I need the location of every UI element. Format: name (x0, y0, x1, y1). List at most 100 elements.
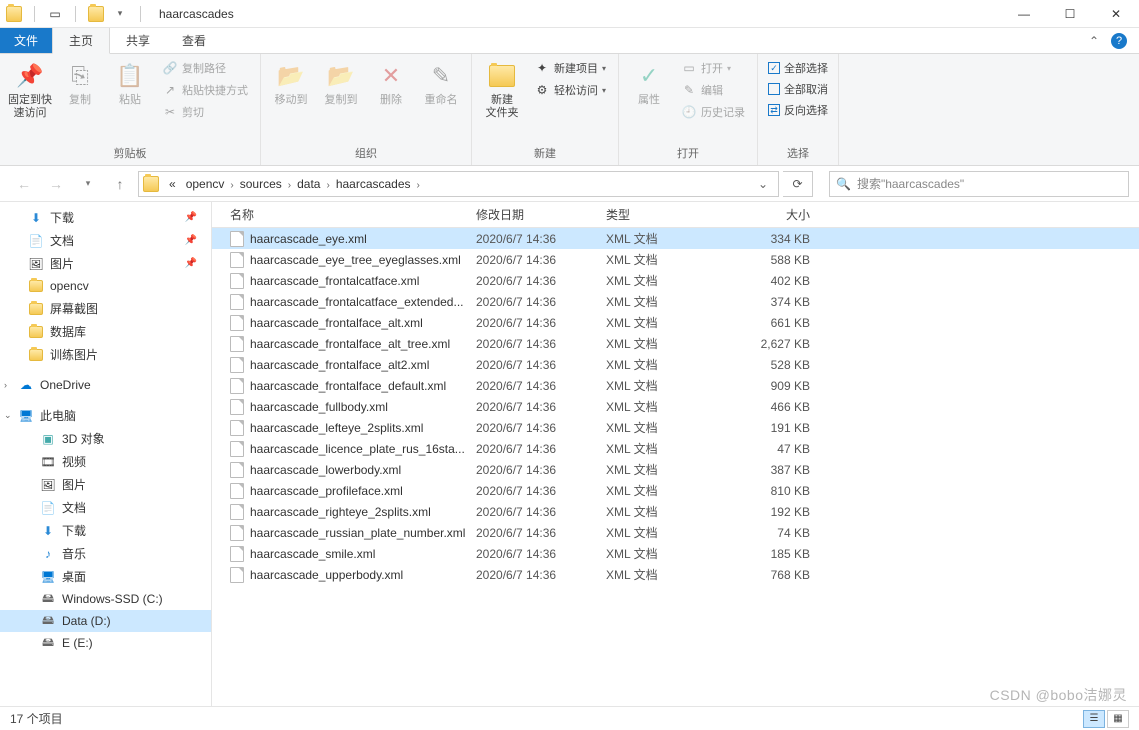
file-row[interactable]: haarcascade_smile.xml2020/6/7 14:36XML 文… (212, 543, 1139, 564)
expand-icon[interactable]: › (4, 380, 7, 390)
nav-documents2[interactable]: 📄文档 (0, 496, 211, 519)
chevron-right-icon[interactable]: › (286, 180, 293, 191)
breadcrumb-part[interactable]: data (293, 177, 324, 191)
file-icon (230, 567, 244, 583)
delete-button[interactable]: ✕删除 (367, 56, 415, 111)
file-row[interactable]: haarcascade_frontalcatface_extended...20… (212, 291, 1139, 312)
chevron-right-icon[interactable]: › (415, 180, 422, 191)
help-icon[interactable]: ? (1111, 33, 1127, 49)
nav-train-pics[interactable]: 训练图片 (0, 343, 211, 366)
file-row[interactable]: haarcascade_russian_plate_number.xml2020… (212, 522, 1139, 543)
file-row[interactable]: haarcascade_lowerbody.xml2020/6/7 14:36X… (212, 459, 1139, 480)
nav-music[interactable]: ♪音乐 (0, 542, 211, 565)
nav-downloads[interactable]: ⬇下载📌 (0, 206, 211, 229)
file-row[interactable]: haarcascade_frontalface_alt.xml2020/6/7 … (212, 312, 1139, 333)
copy-path-button[interactable]: 🔗复制路径 (158, 58, 252, 78)
qat-properties-icon[interactable]: ▭ (47, 6, 63, 22)
file-row[interactable]: haarcascade_fullbody.xml2020/6/7 14:36XM… (212, 396, 1139, 417)
rename-button[interactable]: ✎重命名 (417, 56, 465, 111)
nav-onedrive[interactable]: ›☁OneDrive (0, 374, 211, 396)
pc-icon: 🖥 (18, 408, 34, 424)
file-row[interactable]: haarcascade_frontalface_alt2.xml2020/6/7… (212, 354, 1139, 375)
col-header-date[interactable]: 修改日期 (476, 206, 606, 223)
nav-3d-objects[interactable]: ▣3D 对象 (0, 427, 211, 450)
disk-icon: 🖴 (40, 613, 56, 629)
nav-documents[interactable]: 📄文档📌 (0, 229, 211, 252)
file-row[interactable]: haarcascade_eye.xml2020/6/7 14:36XML 文档3… (212, 228, 1139, 249)
edit-button[interactable]: ✎编辑 (677, 80, 749, 100)
maximize-button[interactable]: ☐ (1047, 0, 1093, 28)
nav-screenshots[interactable]: 屏幕截图 (0, 297, 211, 320)
nav-disk-d[interactable]: 🖴Data (D:) (0, 610, 211, 632)
col-header-type[interactable]: 类型 (606, 206, 726, 223)
minimize-button[interactable]: — (1001, 0, 1047, 28)
breadcrumb-dropdown-icon[interactable]: ⌄ (752, 177, 774, 191)
refresh-button[interactable]: ⟳ (783, 171, 813, 197)
pin-quick-access-button[interactable]: 📌 固定到快 速访问 (6, 56, 54, 124)
col-header-size[interactable]: 大小 (726, 206, 826, 223)
nav-disk-e[interactable]: 🖴E (E:) (0, 632, 211, 654)
qat-dropdown-icon[interactable]: ▾ (112, 6, 128, 22)
nav-pictures[interactable]: 🖼图片📌 (0, 252, 211, 275)
back-button[interactable]: ← (10, 171, 38, 197)
breadcrumb-part[interactable]: sources (236, 177, 286, 191)
file-row[interactable]: haarcascade_frontalcatface.xml2020/6/7 1… (212, 270, 1139, 291)
navigation-pane[interactable]: ⬇下载📌 📄文档📌 🖼图片📌 opencv 屏幕截图 数据库 训练图片 ›☁On… (0, 202, 212, 706)
nav-this-pc[interactable]: ⌄🖥此电脑 (0, 404, 211, 427)
breadcrumb-prefix[interactable]: « (165, 177, 180, 191)
copy-button[interactable]: ⎘ 复制 (56, 56, 104, 111)
close-button[interactable]: ✕ (1093, 0, 1139, 28)
invert-selection-button[interactable]: ⇄反向选择 (764, 100, 832, 120)
file-row[interactable]: haarcascade_licence_plate_rus_16sta...20… (212, 438, 1139, 459)
nav-videos[interactable]: 🎞视频 (0, 450, 211, 473)
pin-icon: 📌 (185, 258, 203, 269)
file-list[interactable]: haarcascade_eye.xml2020/6/7 14:36XML 文档3… (212, 228, 1139, 706)
properties-button[interactable]: ✓属性 (625, 56, 673, 111)
view-icons-button[interactable]: ▦ (1107, 710, 1129, 728)
up-button[interactable]: ↑ (106, 171, 134, 197)
qat-folder-icon[interactable] (88, 6, 104, 22)
search-input[interactable]: 🔍 搜索"haarcascades" (829, 171, 1129, 197)
nav-database[interactable]: 数据库 (0, 320, 211, 343)
file-row[interactable]: haarcascade_frontalface_default.xml2020/… (212, 375, 1139, 396)
nav-opencv[interactable]: opencv (0, 275, 211, 297)
file-row[interactable]: haarcascade_righteye_2splits.xml2020/6/7… (212, 501, 1139, 522)
file-row[interactable]: haarcascade_upperbody.xml2020/6/7 14:36X… (212, 564, 1139, 585)
breadcrumb-part[interactable]: opencv (182, 177, 229, 191)
select-none-button[interactable]: 全部取消 (764, 79, 832, 99)
ribbon-collapse-icon[interactable]: ⌃ (1089, 34, 1099, 48)
nav-downloads2[interactable]: ⬇下载 (0, 519, 211, 542)
chevron-right-icon[interactable]: › (228, 180, 235, 191)
nav-disk-c[interactable]: 🖴Windows-SSD (C:) (0, 588, 211, 610)
file-row[interactable]: haarcascade_frontalface_alt_tree.xml2020… (212, 333, 1139, 354)
tab-view[interactable]: 查看 (166, 28, 222, 53)
paste-button[interactable]: 📋 粘贴 (106, 56, 154, 111)
tab-share[interactable]: 共享 (110, 28, 166, 53)
chevron-right-icon[interactable]: › (324, 180, 331, 191)
collapse-icon[interactable]: ⌄ (4, 410, 12, 421)
col-header-name[interactable]: 名称 (212, 206, 476, 223)
open-button[interactable]: ▭打开▾ (677, 58, 749, 78)
breadcrumb-part[interactable]: haarcascades (332, 177, 415, 191)
nav-desktop[interactable]: 🖥桌面 (0, 565, 211, 588)
file-row[interactable]: haarcascade_lefteye_2splits.xml2020/6/7 … (212, 417, 1139, 438)
history-button[interactable]: 🕘历史记录 (677, 102, 749, 122)
easy-access-button[interactable]: ⚙轻松访问▾ (530, 80, 610, 100)
file-row[interactable]: haarcascade_eye_tree_eyeglasses.xml2020/… (212, 249, 1139, 270)
copy-to-button[interactable]: 📂复制到 (317, 56, 365, 111)
paste-shortcut-button[interactable]: ↗粘贴快捷方式 (158, 80, 252, 100)
cut-button[interactable]: ✂剪切 (158, 102, 252, 122)
new-folder-button[interactable]: 新建 文件夹 (478, 56, 526, 124)
move-to-button[interactable]: 📂移动到 (267, 56, 315, 111)
select-all-button[interactable]: ✓全部选择 (764, 58, 832, 78)
new-item-button[interactable]: ✦新建项目▾ (530, 58, 610, 78)
forward-button[interactable]: → (42, 171, 70, 197)
app-icon (6, 6, 22, 22)
tab-home[interactable]: 主页 (52, 28, 110, 54)
tab-file[interactable]: 文件 (0, 28, 52, 53)
breadcrumb[interactable]: « opencv›sources›data›haarcascades› ⌄ (138, 171, 779, 197)
nav-pictures2[interactable]: 🖼图片 (0, 473, 211, 496)
recent-dropdown[interactable]: ▾ (74, 171, 102, 197)
file-row[interactable]: haarcascade_profileface.xml2020/6/7 14:3… (212, 480, 1139, 501)
view-details-button[interactable]: ☰ (1083, 710, 1105, 728)
